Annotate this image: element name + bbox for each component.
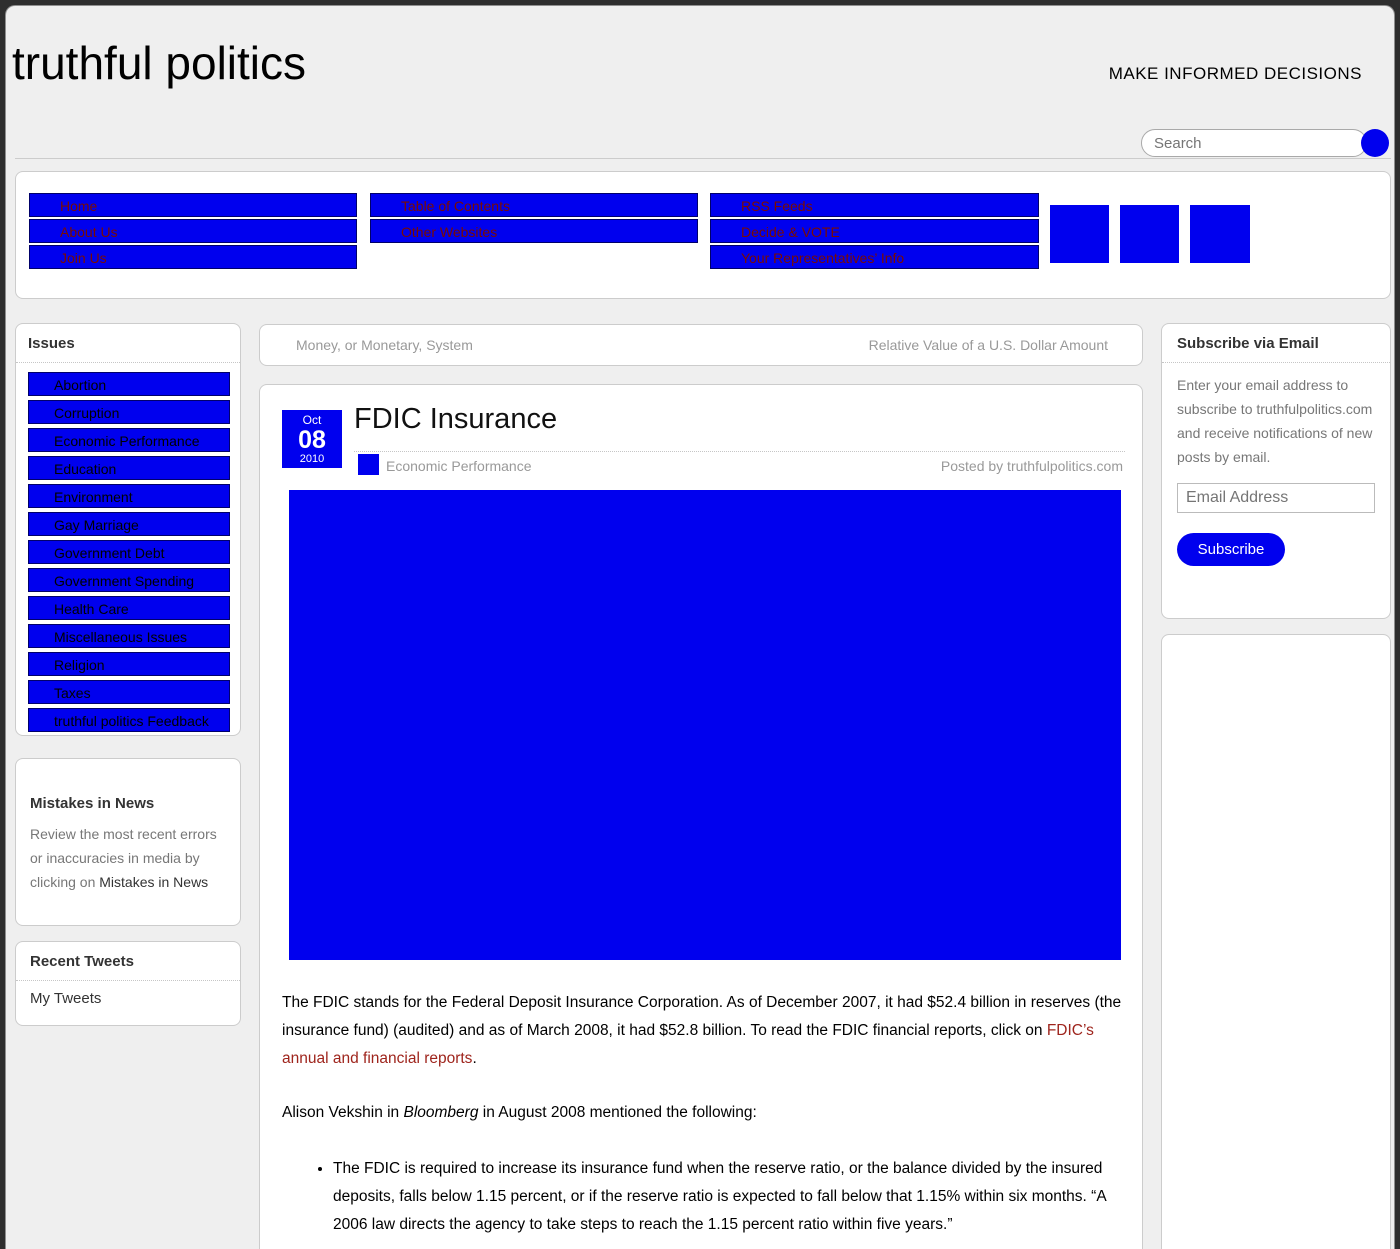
nav-column-1: Home About Us Join Us [29, 193, 357, 271]
nav-column-3: RSS Feeds Decide & VOTE Your Representat… [710, 193, 1039, 271]
subscribe-text: Enter your email address to subscribe to… [1177, 373, 1375, 469]
mistakes-link[interactable]: Mistakes in News [99, 874, 208, 890]
social-icon-1[interactable] [1050, 205, 1109, 263]
nav-item-about-us[interactable]: About Us [29, 219, 357, 243]
issue-abortion[interactable]: Abortion [28, 372, 230, 396]
post-date-month: Oct [282, 410, 342, 427]
prev-post-link[interactable]: Money, or Monetary, System [296, 337, 473, 353]
issue-economic-performance[interactable]: Economic Performance [28, 428, 230, 452]
posted-by: Posted by truthfulpolitics.com [941, 458, 1123, 474]
post-bullet-list: The FDIC is required to increase its ins… [282, 1155, 1122, 1239]
nav-item-representatives-info[interactable]: Your Representatives’ Info [710, 245, 1039, 269]
subscribe-button[interactable]: Subscribe [1177, 533, 1285, 566]
search-input[interactable] [1141, 129, 1367, 157]
subscribe-title: Subscribe via Email [1177, 335, 1375, 352]
issue-religion[interactable]: Religion [28, 652, 230, 676]
paragraph-1-text: The FDIC stands for the Federal Deposit … [282, 994, 1121, 1039]
post-date-year: 2010 [282, 453, 342, 466]
site-tagline: MAKE INFORMED DECISIONS [1109, 64, 1362, 84]
tweets-widget: Recent Tweets My Tweets [15, 941, 241, 1026]
paragraph-2-end: in August 2008 mentioned the following: [478, 1104, 756, 1121]
mistakes-title: Mistakes in News [30, 795, 226, 812]
social-icon-2[interactable] [1120, 205, 1179, 263]
issue-taxes[interactable]: Taxes [28, 680, 230, 704]
post-date-day: 08 [282, 427, 342, 453]
next-post-link[interactable]: Relative Value of a U.S. Dollar Amount [869, 337, 1108, 353]
empty-widget [1161, 634, 1391, 1249]
nav-item-decide-vote[interactable]: Decide & VOTE [710, 219, 1039, 243]
subscribe-widget: Subscribe via Email Enter your email add… [1161, 323, 1391, 619]
paragraph-1: The FDIC stands for the Federal Deposit … [282, 989, 1122, 1073]
paragraph-2-text: Alison Vekshin in [282, 1104, 404, 1121]
issue-government-debt[interactable]: Government Debt [28, 540, 230, 564]
post-body: The FDIC stands for the Federal Deposit … [282, 959, 1122, 1239]
post-title: FDIC Insurance [354, 403, 557, 436]
nav-column-2: Table of Contents Other Websites [370, 193, 698, 245]
post-navigation: Money, or Monetary, System Relative Valu… [259, 324, 1143, 366]
post-date-badge: Oct 08 2010 [282, 410, 342, 468]
post-article: Oct 08 2010 FDIC Insurance Economic Perf… [259, 384, 1143, 1249]
main-navigation: Home About Us Join Us Table of Contents … [15, 171, 1391, 299]
category-icon [358, 454, 379, 475]
nav-item-home[interactable]: Home [29, 193, 357, 217]
issue-health-care[interactable]: Health Care [28, 596, 230, 620]
page-container: truthful politics MAKE INFORMED DECISION… [5, 5, 1395, 1249]
bloomberg-italic: Bloomberg [404, 1104, 479, 1121]
category-link[interactable]: Economic Performance [386, 458, 532, 474]
header-divider [15, 158, 1391, 159]
nav-item-other-websites[interactable]: Other Websites [370, 219, 698, 243]
issue-gay-marriage[interactable]: Gay Marriage [28, 512, 230, 536]
paragraph-2: Alison Vekshin in Bloomberg in August 20… [282, 1099, 1122, 1127]
divider [16, 362, 240, 363]
issues-widget: Issues Abortion Corruption Economic Perf… [15, 323, 241, 736]
issue-miscellaneous[interactable]: Miscellaneous Issues [28, 624, 230, 648]
nav-item-rss-feeds[interactable]: RSS Feeds [710, 193, 1039, 217]
my-tweets-link[interactable]: My Tweets [30, 990, 101, 1007]
nav-item-table-of-contents[interactable]: Table of Contents [370, 193, 698, 217]
search-button[interactable] [1361, 129, 1389, 157]
bullet-item: The FDIC is required to increase its ins… [333, 1155, 1122, 1239]
post-image-placeholder [289, 490, 1121, 960]
issues-title: Issues [28, 335, 228, 352]
issue-environment[interactable]: Environment [28, 484, 230, 508]
issue-feedback[interactable]: truthful politics Feedback [28, 708, 230, 732]
issue-government-spending[interactable]: Government Spending [28, 568, 230, 592]
divider [16, 980, 240, 981]
divider [354, 451, 1125, 452]
email-field[interactable] [1177, 483, 1375, 513]
issue-corruption[interactable]: Corruption [28, 400, 230, 424]
mistakes-widget: Mistakes in News Review the most recent … [15, 758, 241, 926]
social-icon-3[interactable] [1190, 205, 1250, 263]
issue-education[interactable]: Education [28, 456, 230, 480]
paragraph-1-end: . [472, 1050, 476, 1067]
tweets-title: Recent Tweets [30, 953, 226, 970]
site-title: truthful politics [12, 36, 306, 90]
divider [1162, 362, 1390, 363]
nav-item-join-us[interactable]: Join Us [29, 245, 357, 269]
mistakes-text: Review the most recent errors or inaccur… [30, 822, 226, 894]
